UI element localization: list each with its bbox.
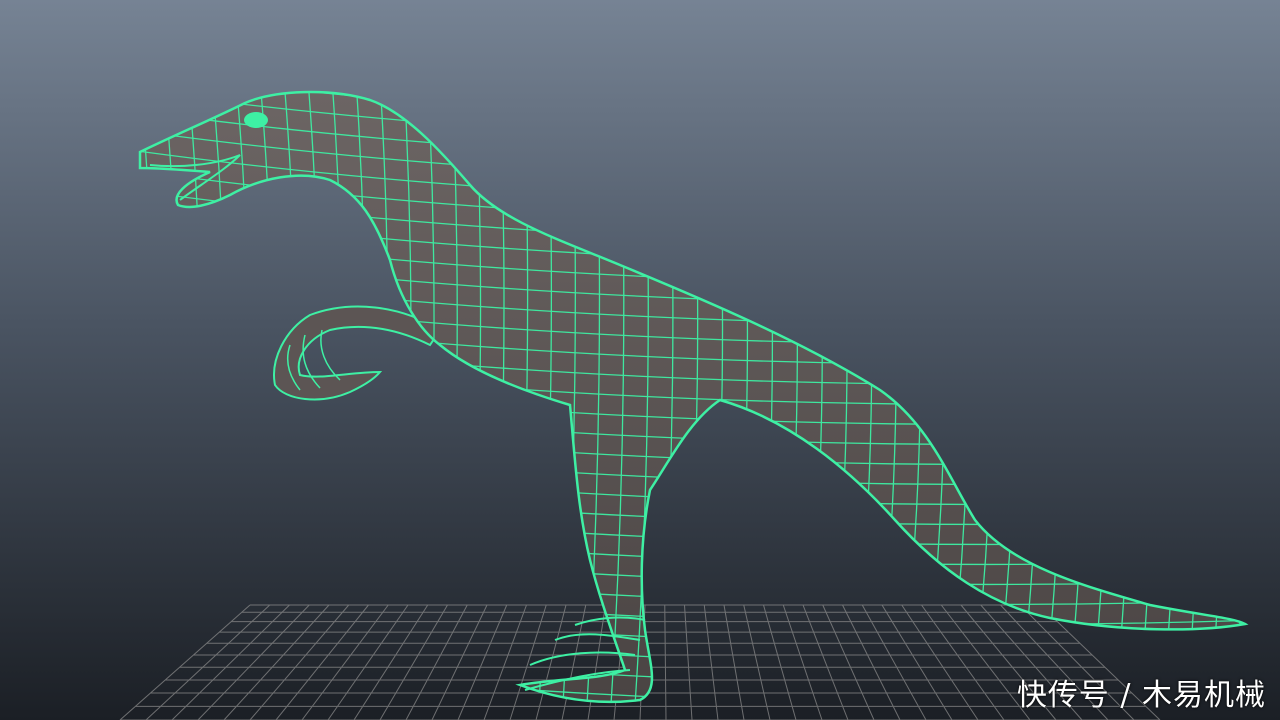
watermark-text: 快传号 / 木易机械 (1016, 678, 1266, 713)
dinosaur-eye (244, 112, 268, 128)
3d-viewport: 快传号 / 木易机械 (0, 0, 1280, 720)
dinosaur-render (0, 0, 1280, 720)
